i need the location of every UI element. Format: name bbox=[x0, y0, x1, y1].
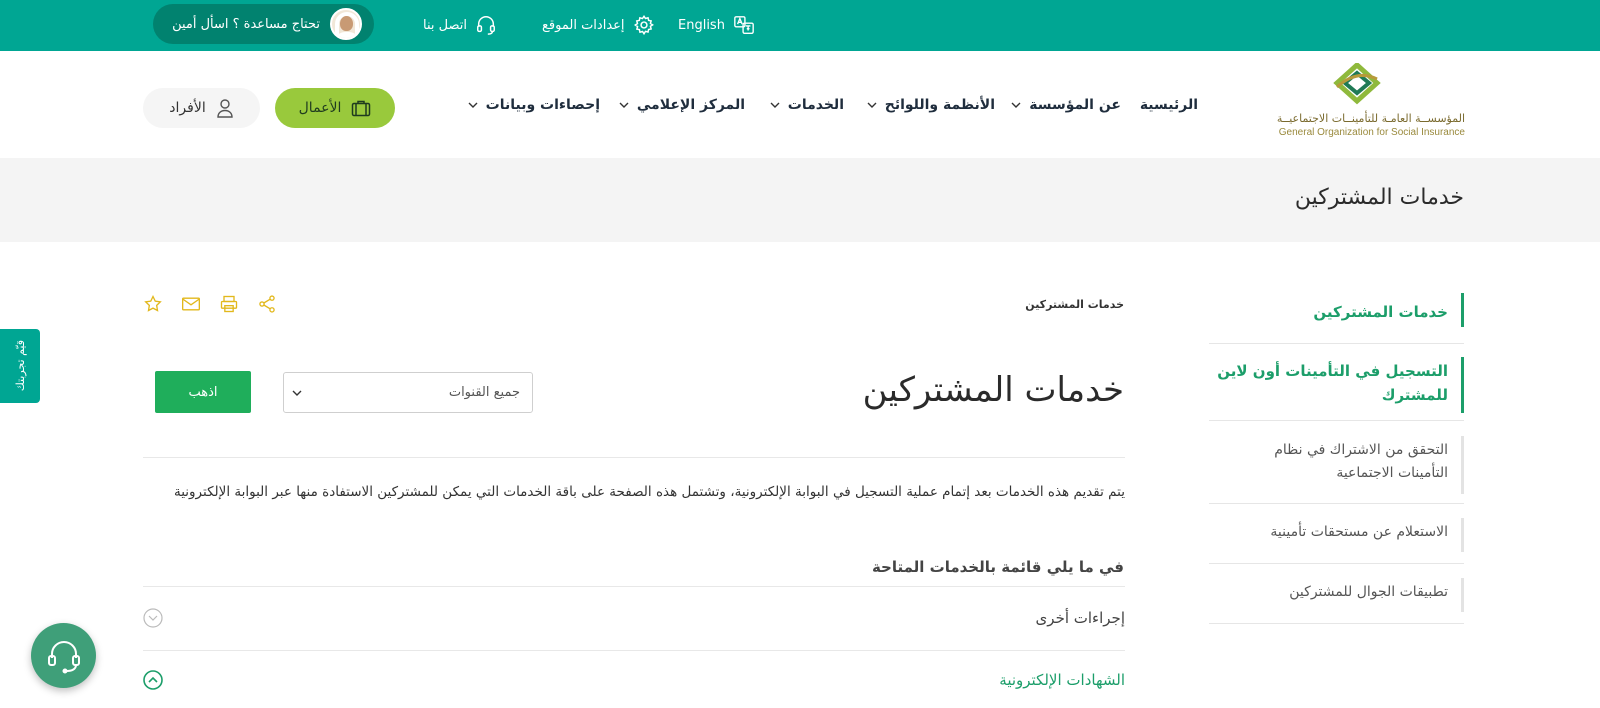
sidebar-item-label: الاستعلام عن مستحقات تأمينية bbox=[1270, 524, 1448, 540]
accordion-e-certificates[interactable]: الشهادات الإلكترونية bbox=[143, 660, 1125, 700]
item-indicator bbox=[1461, 436, 1464, 494]
mail-icon[interactable] bbox=[181, 294, 201, 314]
ask-ameen-button[interactable]: تحتاج مساعدة ؟ اسأل أمين bbox=[153, 4, 374, 44]
divider bbox=[143, 457, 1125, 458]
help-label: تحتاج مساعدة ؟ اسأل أمين bbox=[172, 16, 320, 32]
ameen-avatar bbox=[330, 8, 362, 40]
rate-experience-label: قيّم تجربتك bbox=[13, 340, 27, 392]
nav-home[interactable]: الرئيسية bbox=[1140, 97, 1198, 113]
sidebar-item-label: خدمات المشتركين bbox=[1313, 303, 1448, 321]
nav-media-center[interactable]: المركز الإعلامي bbox=[619, 97, 745, 113]
chevron-up-circle-icon bbox=[143, 670, 163, 690]
briefcase-icon bbox=[352, 100, 371, 117]
chevron-down-icon bbox=[619, 102, 629, 108]
logo-english-text: General Organization for Social Insuranc… bbox=[1278, 127, 1465, 138]
gosi-logo[interactable]: المؤسســة العامـة للتأمينــات الاجتماعيـ… bbox=[1263, 63, 1465, 143]
divider bbox=[143, 586, 1125, 587]
contact-us-link[interactable]: اتصل بنا bbox=[423, 14, 497, 36]
active-indicator bbox=[1461, 357, 1464, 413]
sidebar-item-label: التحقق من الاشتراك في نظام التأمينات الا… bbox=[1274, 442, 1448, 481]
channel-filter-value: جميع القنوات bbox=[448, 385, 520, 400]
services-list-heading: في ما يلي قائمة بالخدمات المتاحة bbox=[871, 558, 1124, 576]
chevron-down-icon bbox=[468, 102, 478, 108]
nav-regulations-label: الأنظمة واللوائح bbox=[884, 97, 995, 113]
chevron-down-icon bbox=[292, 390, 302, 396]
sidebar-item-verify-subscription[interactable]: التحقق من الاشتراك في نظام التأمينات الا… bbox=[1209, 421, 1464, 504]
nav-statistics[interactable]: إحصاءات وبيانات bbox=[468, 97, 600, 113]
headset-icon bbox=[47, 640, 80, 673]
star-icon[interactable] bbox=[143, 294, 163, 314]
page-title-band: خدمات المشتركين bbox=[0, 158, 1600, 242]
side-menu: خدمات المشتركين التسجيل في التأمينات أون… bbox=[1209, 293, 1464, 624]
user-icon bbox=[217, 99, 233, 118]
item-indicator bbox=[1461, 518, 1464, 552]
nav-statistics-label: إحصاءات وبيانات bbox=[485, 97, 600, 113]
chevron-down-icon bbox=[770, 102, 780, 108]
business-label: الأعمال bbox=[298, 100, 342, 116]
gosi-emblem-icon bbox=[1333, 63, 1381, 105]
contact-us-label: اتصل بنا bbox=[423, 17, 467, 33]
individuals-button[interactable]: الأفراد bbox=[143, 88, 260, 128]
top-bar: تحتاج مساعدة ؟ اسأل أمين اتصل بنا إعدادا… bbox=[0, 0, 1600, 51]
share-icon[interactable] bbox=[257, 294, 277, 314]
business-button[interactable]: الأعمال bbox=[275, 88, 395, 128]
item-indicator bbox=[1461, 578, 1464, 612]
page-title: خدمات المشتركين bbox=[862, 370, 1124, 410]
nav-about[interactable]: عن المؤسسة bbox=[1011, 97, 1121, 113]
rate-experience-tab[interactable]: قيّم تجربتك bbox=[0, 329, 40, 403]
main-header: المؤسســة العامـة للتأمينــات الاجتماعيـ… bbox=[0, 51, 1600, 158]
accordion-other-procedures[interactable]: إجراءات أخرى bbox=[143, 598, 1125, 638]
site-settings-label: إعدادات الموقع bbox=[542, 17, 625, 33]
sidebar-item-subscriber-services[interactable]: خدمات المشتركين bbox=[1209, 293, 1464, 344]
sidebar-item-label: التسجيل في التأمينات أون لاين للمشترك bbox=[1217, 362, 1448, 404]
breadcrumb: خدمات المشتركين bbox=[1025, 298, 1124, 311]
gear-icon bbox=[633, 14, 654, 36]
site-settings-link[interactable]: إعدادات الموقع bbox=[542, 14, 655, 36]
sidebar-item-inquire-entitlements[interactable]: الاستعلام عن مستحقات تأمينية bbox=[1209, 504, 1464, 564]
chevron-down-icon bbox=[867, 102, 877, 108]
nav-home-label: الرئيسية bbox=[1139, 97, 1198, 113]
sidebar-item-online-registration[interactable]: التسجيل في التأمينات أون لاين للمشترك bbox=[1209, 344, 1464, 421]
accordion-label: إجراءات أخرى bbox=[1035, 609, 1125, 627]
page-description: يتم تقديم هذه الخدمات بعد إتمام عملية ال… bbox=[173, 484, 1125, 500]
nav-services[interactable]: الخدمات bbox=[770, 97, 844, 113]
sidebar-item-label: تطبيقات الجوال للمشتركين bbox=[1289, 584, 1448, 600]
sidebar-item-mobile-apps[interactable]: تطبيقات الجوال للمشتركين bbox=[1209, 564, 1464, 624]
chevron-down-icon bbox=[1011, 102, 1021, 108]
band-title: خدمات المشتركين bbox=[1294, 185, 1464, 210]
chevron-down-circle-icon bbox=[143, 608, 163, 628]
go-button[interactable]: اذهب bbox=[155, 371, 251, 413]
support-chat-button[interactable] bbox=[31, 623, 96, 688]
channel-filter-select[interactable]: جميع القنوات bbox=[283, 372, 533, 413]
individuals-label: الأفراد bbox=[169, 100, 206, 116]
accordion-label: الشهادات الإلكترونية bbox=[999, 671, 1125, 689]
divider bbox=[143, 650, 1125, 651]
translate-icon bbox=[734, 16, 754, 34]
nav-regulations[interactable]: الأنظمة واللوائح bbox=[867, 97, 995, 113]
print-icon[interactable] bbox=[219, 294, 239, 314]
logo-arabic-text: المؤسســة العامـة للتأمينــات الاجتماعيـ… bbox=[1276, 112, 1465, 125]
nav-services-label: الخدمات bbox=[787, 97, 844, 113]
nav-about-label: عن المؤسسة bbox=[1029, 97, 1121, 113]
language-switch[interactable]: English bbox=[678, 14, 755, 36]
nav-media-center-label: المركز الإعلامي bbox=[636, 97, 745, 113]
page-tools bbox=[143, 294, 277, 314]
active-indicator bbox=[1461, 293, 1464, 327]
language-label: English bbox=[678, 17, 725, 33]
headset-icon bbox=[477, 16, 495, 35]
